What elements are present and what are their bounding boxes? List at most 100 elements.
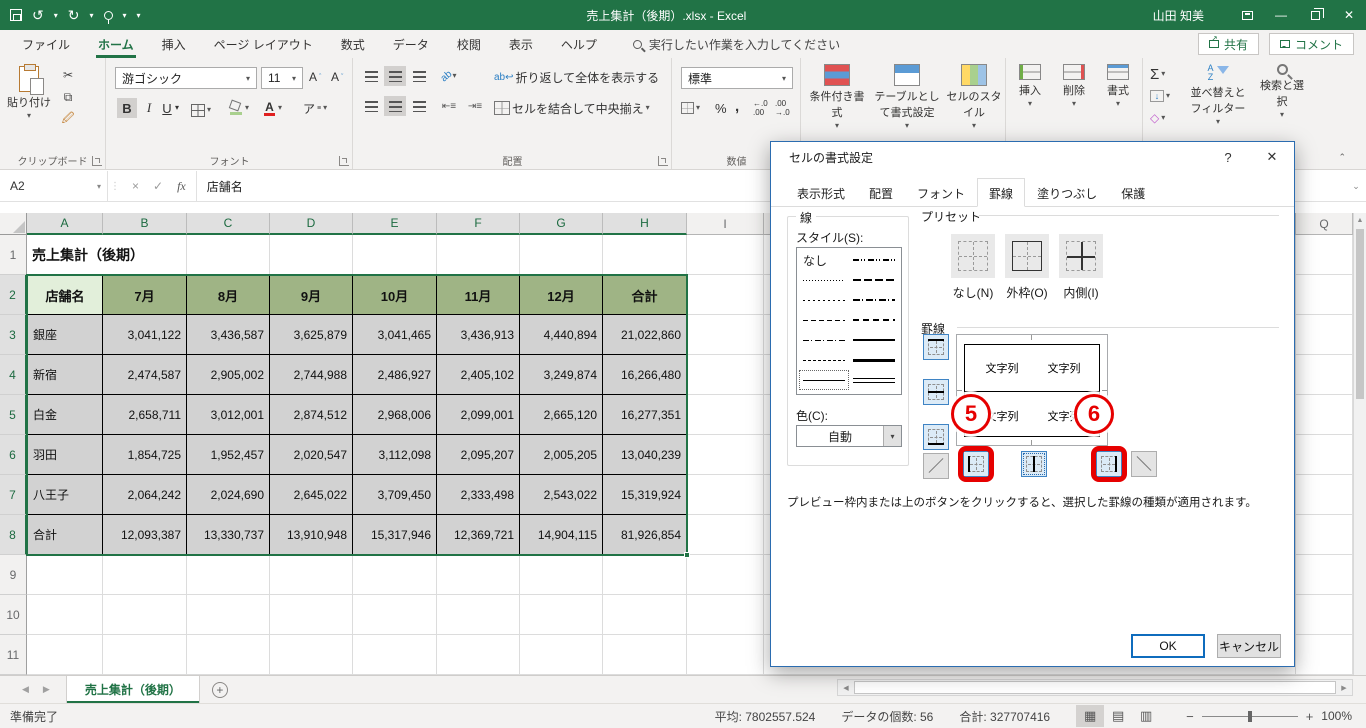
comments-button[interactable]: コメント [1268, 33, 1354, 55]
name-box[interactable]: A2 ▾ [0, 171, 108, 201]
cell-C4[interactable]: 2,905,002 [187, 355, 270, 395]
cell-B4[interactable]: 2,474,587 [103, 355, 187, 395]
touch-mode-dropdown-icon[interactable]: ▾ [123, 11, 127, 20]
cell-A2[interactable]: 店舗名 [27, 275, 103, 315]
comma-style-button[interactable]: , [735, 96, 739, 116]
cell-C10[interactable] [187, 595, 270, 635]
line-style-option-right-1[interactable] [849, 270, 899, 290]
zoom-slider[interactable] [1201, 710, 1298, 722]
column-header-I[interactable]: I [687, 213, 764, 235]
cell-F11[interactable] [437, 635, 520, 675]
line-color-combo[interactable]: 自動 ▾ [796, 425, 902, 447]
line-style-listbox[interactable]: なし [796, 247, 902, 395]
cell-H3[interactable]: 21,022,860 [603, 315, 687, 355]
cell-Q8[interactable] [1296, 515, 1353, 555]
increase-indent-button[interactable]: ⇥≡ [464, 96, 486, 116]
column-header-A[interactable]: A [27, 213, 103, 235]
preset-outline-button[interactable] [1005, 234, 1049, 278]
select-all-button[interactable] [0, 213, 27, 235]
bottom-align-button[interactable] [408, 66, 430, 86]
column-header-E[interactable]: E [353, 213, 437, 235]
diagonal-up-border-button[interactable] [923, 453, 949, 479]
cell-G3[interactable]: 4,440,894 [520, 315, 603, 355]
cell-D8[interactable]: 13,910,948 [270, 515, 353, 555]
cell-H6[interactable]: 13,040,239 [603, 435, 687, 475]
cell-G2[interactable]: 12月 [520, 275, 603, 315]
cell-I4[interactable] [687, 355, 764, 395]
cell-D5[interactable]: 2,874,512 [270, 395, 353, 435]
cancel-button[interactable]: キャンセル [1217, 634, 1281, 658]
line-style-option-right-2[interactable] [849, 290, 899, 310]
column-header-F[interactable]: F [437, 213, 520, 235]
cell-A6[interactable]: 羽田 [27, 435, 103, 475]
cell-Q10[interactable] [1296, 595, 1353, 635]
cell-E3[interactable]: 3,041,465 [353, 315, 437, 355]
cell-Q9[interactable] [1296, 555, 1353, 595]
confirm-entry-icon[interactable]: ✓ [153, 179, 163, 193]
cell-F5[interactable]: 2,099,001 [437, 395, 520, 435]
cell-I1[interactable] [687, 235, 764, 275]
cell-G5[interactable]: 2,665,120 [520, 395, 603, 435]
cell-D10[interactable] [270, 595, 353, 635]
cell-A8[interactable]: 合計 [27, 515, 103, 555]
ribbon-tab-8[interactable]: ヘルプ [547, 30, 611, 58]
inner-horizontal-border-button[interactable] [923, 379, 949, 405]
column-header-B[interactable]: B [103, 213, 187, 235]
cell-F8[interactable]: 12,369,721 [437, 515, 520, 555]
cell-E10[interactable] [353, 595, 437, 635]
ribbon-tab-3[interactable]: ページ レイアウト [200, 30, 327, 58]
dialog-tab-4[interactable]: 塗りつぶし [1025, 180, 1109, 207]
redo-icon[interactable]: ↻ [68, 8, 80, 22]
ribbon-display-options-button[interactable] [1230, 0, 1264, 30]
bottom-border-button[interactable] [923, 424, 949, 450]
cell-F2[interactable]: 11月 [437, 275, 520, 315]
zoom-out-button[interactable]: − [1186, 709, 1194, 724]
cell-G8[interactable]: 14,904,115 [520, 515, 603, 555]
font-size-dropdown-icon[interactable]: ▾ [286, 74, 302, 83]
normal-view-button[interactable]: ▦ [1076, 705, 1105, 727]
dialog-tab-1[interactable]: 配置 [857, 180, 905, 207]
row-header-5[interactable]: 5 [0, 395, 27, 435]
phonetic-button[interactable]: ア ≡ ▾ [303, 98, 327, 118]
cell-C6[interactable]: 1,952,457 [187, 435, 270, 475]
cell-Q2[interactable] [1296, 275, 1353, 315]
cell-G11[interactable] [520, 635, 603, 675]
percent-style-button[interactable]: % [715, 98, 727, 118]
insert-function-icon[interactable]: fx [177, 179, 186, 194]
format-painter-button[interactable]: 🖉 [58, 110, 78, 128]
ribbon-tab-1[interactable]: ホーム [84, 30, 148, 58]
cell-Q5[interactable] [1296, 395, 1353, 435]
top-border-button[interactable] [923, 334, 949, 360]
middle-align-button[interactable] [384, 66, 406, 86]
cell-D2[interactable]: 9月 [270, 275, 353, 315]
sheet-tab-active[interactable]: 売上集計（後期） [65, 676, 200, 703]
cell-E11[interactable] [353, 635, 437, 675]
cell-C5[interactable]: 3,012,001 [187, 395, 270, 435]
cell-I2[interactable] [687, 275, 764, 315]
cell-F10[interactable] [437, 595, 520, 635]
cell-G7[interactable]: 2,543,022 [520, 475, 603, 515]
dialog-tab-2[interactable]: フォント [905, 180, 977, 207]
cell-C2[interactable]: 8月 [187, 275, 270, 315]
cell-C7[interactable]: 2,024,690 [187, 475, 270, 515]
dialog-tab-0[interactable]: 表示形式 [785, 180, 857, 207]
cell-B11[interactable] [103, 635, 187, 675]
underline-dropdown-icon[interactable]: ▾ [175, 98, 179, 118]
cell-C1[interactable] [187, 235, 270, 275]
conditional-formatting-button[interactable]: 条件付き書式 ▾ [806, 64, 868, 130]
accounting-format-button[interactable]: ▾ [681, 98, 700, 118]
dialog-help-button[interactable]: ? [1206, 142, 1250, 172]
format-cells-button[interactable]: 書式 ▾ [1097, 64, 1139, 108]
zoom-level[interactable]: 100% [1321, 709, 1352, 723]
cell-H1[interactable] [603, 235, 687, 275]
row-header-4[interactable]: 4 [0, 355, 27, 395]
row-header-2[interactable]: 2 [0, 275, 27, 315]
increase-font-button[interactable]: Aˆ [309, 67, 321, 87]
cell-E1[interactable] [353, 235, 437, 275]
cell-F4[interactable]: 2,405,102 [437, 355, 520, 395]
touch-mode-icon[interactable] [103, 10, 113, 24]
cell-Q7[interactable] [1296, 475, 1353, 515]
cell-C3[interactable]: 3,436,587 [187, 315, 270, 355]
cell-D1[interactable] [270, 235, 353, 275]
dialog-tab-3[interactable]: 罫線 [977, 178, 1026, 207]
